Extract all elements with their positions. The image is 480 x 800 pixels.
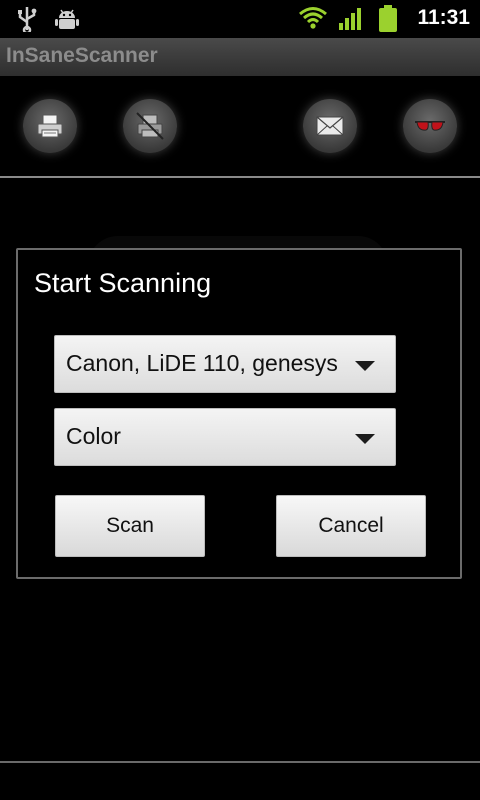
- usb-icon: [16, 6, 38, 37]
- dropdown-arrow-icon: [355, 361, 375, 371]
- dropdown-arrow-icon: [355, 434, 375, 444]
- toolbar-divider: [0, 176, 480, 178]
- mail-icon: [316, 116, 344, 136]
- title-bar: InSaneScanner: [0, 38, 480, 77]
- toolbar: [0, 76, 480, 178]
- cancel-button[interactable]: Cancel: [276, 495, 426, 557]
- scan-button[interactable]: Scan: [55, 495, 205, 557]
- email-button[interactable]: [303, 99, 357, 153]
- device-select[interactable]: Canon, LiDE 110, genesys: [54, 335, 396, 393]
- signal-icon: [338, 7, 364, 36]
- status-bar: 11:31: [0, 0, 480, 38]
- glasses-icon: [415, 121, 445, 131]
- printer-disabled-icon: [136, 112, 164, 140]
- android-debug-icon: [54, 6, 80, 37]
- print-disabled-button[interactable]: [123, 99, 177, 153]
- wifi-icon: [298, 5, 328, 36]
- battery-icon: [378, 5, 398, 38]
- printer-icon: [37, 114, 63, 138]
- color-mode-select[interactable]: Color: [54, 408, 396, 466]
- start-scanning-dialog: Start Scanning Canon, LiDE 110, genesys …: [16, 248, 462, 579]
- print-button[interactable]: [23, 99, 77, 153]
- view-button[interactable]: [403, 99, 457, 153]
- status-clock: 11:31: [417, 6, 470, 29]
- color-mode-select-value: Color: [66, 423, 121, 449]
- app-title: InSaneScanner: [6, 44, 158, 67]
- bottom-divider: [0, 761, 480, 763]
- device-select-value: Canon, LiDE 110, genesys: [66, 350, 338, 376]
- dialog-title: Start Scanning: [34, 268, 212, 298]
